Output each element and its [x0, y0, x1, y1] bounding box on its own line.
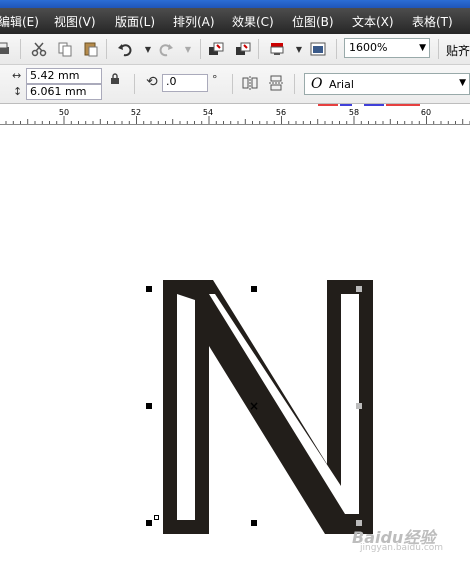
menu-layout[interactable]: 版面(L)	[115, 13, 155, 30]
mirror-vertical-icon[interactable]	[268, 75, 284, 94]
copy-icon[interactable]	[56, 40, 74, 58]
drawing-canvas[interactable]: ×	[0, 125, 470, 574]
menu-bar: 编辑(E) 视图(V) 版面(L) 排列(A) 效果(C) 位图(B) 文本(X…	[0, 8, 470, 34]
ruler-label: 56	[276, 108, 286, 117]
cut-icon[interactable]	[30, 40, 48, 58]
snap-to-button[interactable]: 贴齐	[446, 42, 470, 59]
width-icon: ↔	[12, 69, 22, 82]
selection-handle-top-left[interactable]	[146, 286, 152, 292]
selection-handle-left[interactable]	[146, 403, 152, 409]
chevron-down-icon: ▼	[459, 78, 466, 88]
font-name: Arial	[329, 78, 354, 91]
toolbar-separator	[232, 74, 233, 94]
zoom-level-select[interactable]: 1600% ▼	[344, 38, 430, 58]
redo-icon[interactable]	[157, 40, 175, 58]
undo-icon[interactable]	[116, 40, 134, 58]
ruler-ticks: 50 52 54 56 58 60	[5, 104, 470, 124]
menu-effects[interactable]: 效果(C)	[232, 13, 274, 30]
window-title-bar	[0, 0, 470, 8]
zoom-level-value: 1600%	[349, 41, 388, 54]
mirror-horizontal-icon[interactable]	[242, 75, 258, 94]
selection-handle-top[interactable]	[251, 286, 257, 292]
lock-ratio-icon[interactable]	[110, 73, 120, 88]
watermark-url: jingyan.baidu.com	[360, 543, 444, 553]
opentype-font-icon: O	[311, 76, 323, 92]
app-launcher-dropdown-icon[interactable]: ▼	[290, 40, 308, 58]
undo-dropdown-icon[interactable]: ▼	[139, 40, 157, 58]
toolbar-separator	[438, 39, 439, 59]
center-cross-icon: ×	[249, 399, 260, 413]
menu-view[interactable]: 视图(V)	[54, 13, 96, 30]
object-width-field[interactable]: 5.42 mm	[26, 68, 102, 84]
menu-arrange[interactable]: 排列(A)	[173, 13, 215, 30]
selection-handle-right[interactable]	[356, 403, 362, 409]
toolbar-separator	[134, 74, 135, 94]
ruler-label: 54	[203, 108, 213, 117]
ruler-label: 50	[59, 108, 69, 117]
ruler-label: 58	[349, 108, 359, 117]
toolbar-separator	[294, 74, 295, 94]
menu-table[interactable]: 表格(T)	[412, 13, 453, 30]
menu-bitmaps[interactable]: 位图(B)	[292, 13, 334, 30]
import-icon[interactable]	[207, 40, 225, 58]
redo-dropdown-icon[interactable]: ▼	[179, 40, 197, 58]
object-height-field[interactable]: 6.061 mm	[26, 84, 102, 100]
paste-icon[interactable]	[82, 40, 100, 58]
toolbar-separator	[336, 39, 337, 59]
selection-handle-bottom[interactable]	[251, 520, 257, 526]
degree-symbol: °	[212, 73, 218, 86]
ruler-label: 60	[421, 108, 431, 117]
rotation-icon: ⟲	[146, 74, 158, 90]
ruler-label: 52	[131, 108, 141, 117]
toolbar-separator	[20, 39, 21, 59]
letter-n-outline[interactable]	[163, 280, 373, 534]
welcome-screen-icon[interactable]	[309, 40, 327, 58]
menu-edit[interactable]: 编辑(E)	[0, 13, 39, 30]
app-launcher-icon[interactable]	[268, 40, 286, 58]
glyph-layer	[163, 280, 373, 534]
selection-handle-bottom-left[interactable]	[146, 520, 152, 526]
selection-handle-top-right[interactable]	[356, 286, 362, 292]
font-family-select[interactable]: O Arial ▼	[304, 73, 470, 95]
height-icon: ↕	[13, 85, 23, 98]
export-icon[interactable]	[234, 40, 252, 58]
printer-icon[interactable]	[0, 40, 12, 58]
node-marker	[154, 515, 159, 520]
chevron-down-icon: ▼	[419, 43, 426, 53]
toolbar-separator	[106, 39, 107, 59]
toolbar-separator	[200, 39, 201, 59]
property-bar: ↔ 5.42 mm ↕ 6.061 mm ⟲ .0 ° O Arial ▼	[0, 65, 470, 104]
horizontal-ruler[interactable]: 50 52 54 56 58 60	[0, 104, 470, 125]
menu-text[interactable]: 文本(X)	[352, 13, 394, 30]
toolbar-separator	[258, 39, 259, 59]
rotation-angle-field[interactable]: .0	[162, 74, 208, 92]
standard-toolbar: ▼ ▼ ▼ 1600% ▼ 贴齐	[0, 34, 470, 65]
